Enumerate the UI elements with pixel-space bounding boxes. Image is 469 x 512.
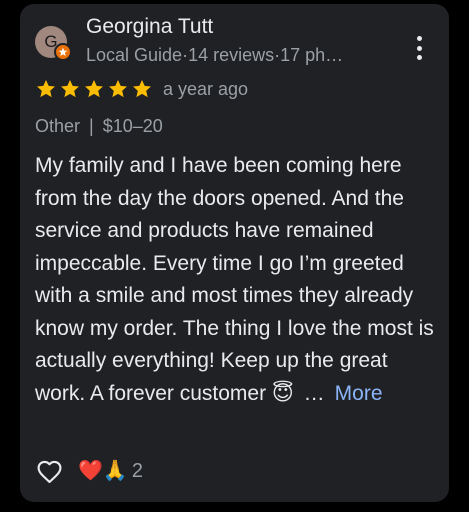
reviewer-review-count: 14 reviews [188, 45, 275, 65]
rating-row: a year ago [35, 76, 248, 102]
attribute-separator: | [89, 116, 94, 136]
reviewer-role: Local Guide [86, 45, 183, 65]
star-icon [109, 80, 127, 98]
review-body: My family and I have been coming here fr… [35, 154, 434, 405]
star-icon [61, 80, 79, 98]
review-card: G Georgina Tutt Local Guide·14 reviews·1… [20, 4, 449, 502]
like-button[interactable] [34, 456, 64, 486]
review-text-block: My family and I have been coming here fr… [35, 150, 443, 410]
review-ellipsis: … [303, 381, 325, 405]
local-guide-badge-icon [54, 43, 72, 61]
star-icon [85, 80, 103, 98]
review-actions: ❤️🙏 2 [34, 456, 143, 486]
reviewer-name[interactable]: Georgina Tutt [86, 15, 213, 39]
attribute-category: Other [35, 116, 81, 136]
more-options-button[interactable] [408, 34, 430, 62]
heart-outline-icon [37, 460, 61, 483]
reactions-summary[interactable]: ❤️🙏 2 [78, 460, 143, 483]
reaction-emojis: ❤️🙏 [78, 460, 128, 482]
attribute-price: $10–20 [102, 116, 163, 136]
review-attributes: Other | $10–20 [35, 116, 163, 137]
review-date: a year ago [163, 78, 249, 99]
reviewer-photo-count: 17 ph… [280, 45, 344, 65]
star-rating [35, 78, 153, 100]
more-link[interactable]: More [335, 382, 383, 405]
star-icon [37, 80, 55, 98]
reviewer-avatar[interactable]: G [35, 26, 72, 61]
star-icon [133, 80, 151, 98]
reviewer-meta[interactable]: Local Guide·14 reviews·17 ph… [86, 45, 386, 66]
local-guide-star-icon [58, 47, 68, 56]
reaction-count: 2 [131, 459, 143, 482]
